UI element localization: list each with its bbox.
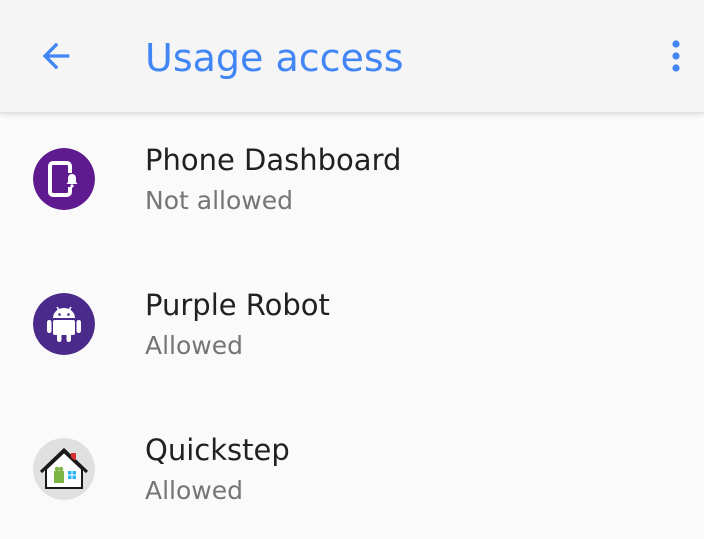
list-item[interactable]: Purple Robot Allowed bbox=[0, 257, 704, 402]
back-button[interactable] bbox=[28, 28, 84, 84]
app-name: Purple Robot bbox=[145, 288, 330, 322]
access-status: Allowed bbox=[145, 331, 243, 360]
app-bar: Usage access bbox=[0, 0, 704, 112]
phone-dashboard-icon bbox=[33, 148, 95, 210]
list-item[interactable]: Quickstep Allowed bbox=[0, 402, 704, 539]
app-name: Quickstep bbox=[145, 433, 290, 467]
usage-access-screen: Usage access Phone Dashboard Not allowed… bbox=[0, 0, 704, 539]
arrow-back-icon bbox=[42, 42, 70, 70]
home-launcher-icon bbox=[33, 438, 95, 500]
android-robot-icon bbox=[33, 293, 95, 355]
list-item[interactable]: Phone Dashboard Not allowed bbox=[0, 112, 704, 257]
app-list: Phone Dashboard Not allowed Purple Robot… bbox=[0, 112, 704, 539]
page-title: Usage access bbox=[145, 36, 404, 80]
access-status: Allowed bbox=[145, 476, 243, 505]
more-vert-icon bbox=[672, 40, 680, 72]
more-options-button[interactable] bbox=[652, 32, 700, 80]
access-status: Not allowed bbox=[145, 186, 293, 215]
app-name: Phone Dashboard bbox=[145, 143, 402, 177]
